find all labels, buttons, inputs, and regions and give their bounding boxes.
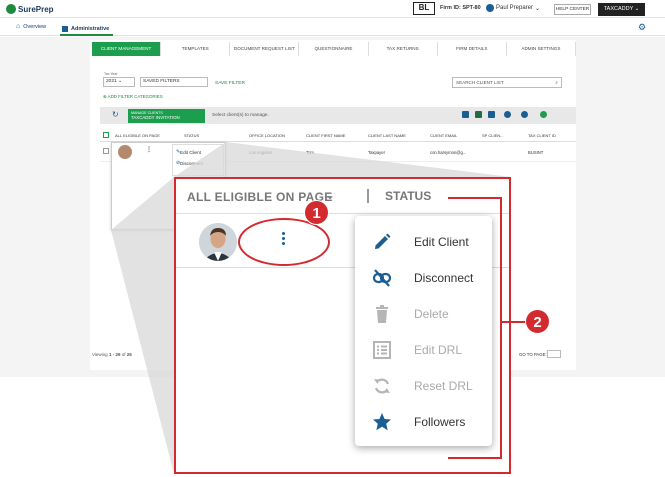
pencil-icon	[371, 231, 393, 253]
refresh-icon	[371, 375, 393, 397]
step-badge-2: 2	[525, 309, 550, 334]
menu-item-edit-drl[interactable]: Edit DRL	[371, 339, 462, 361]
star-icon	[371, 411, 393, 433]
menu-bracket	[448, 197, 502, 459]
bracket-connector	[502, 321, 526, 323]
list-icon	[371, 339, 393, 361]
step-badge-1: 1	[304, 200, 329, 225]
menu-item-followers[interactable]: Followers	[371, 411, 465, 433]
client-avatar	[199, 223, 237, 261]
menu-item-edit-client[interactable]: Edit Client	[371, 231, 469, 253]
menu-item-reset-drl[interactable]: Reset DRL	[371, 375, 473, 397]
unlink-icon	[371, 267, 393, 289]
chevron-down-icon[interactable]: ⌄	[325, 188, 335, 202]
trash-icon	[371, 303, 393, 325]
zoom-status-header[interactable]: STATUS	[385, 189, 431, 203]
menu-item-delete[interactable]: Delete	[371, 303, 449, 325]
header-divider	[367, 189, 369, 203]
highlight-circle	[238, 218, 330, 266]
menu-item-disconnect[interactable]: Disconnect	[371, 267, 473, 289]
